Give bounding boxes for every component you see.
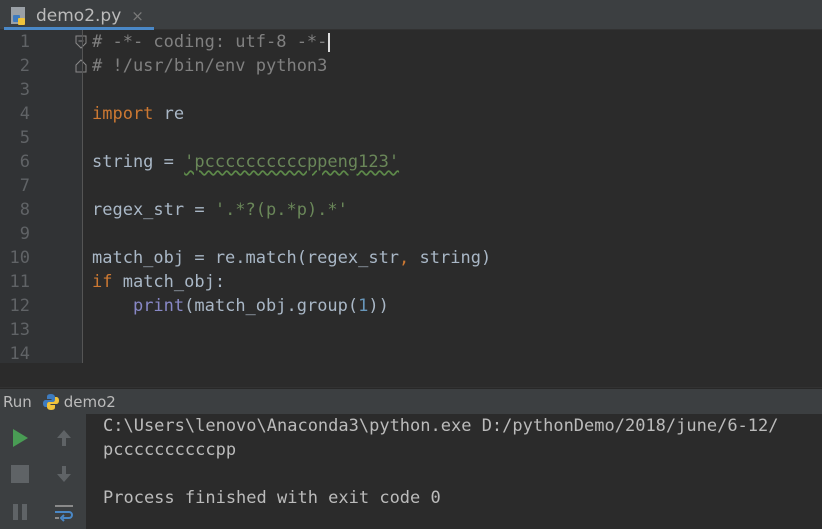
text-caret (328, 32, 331, 52)
code-text: match_obj = re.match(regex_str (92, 248, 400, 268)
run-tool-window-header: Run demo2 (0, 388, 822, 414)
line-number: 8 (19, 200, 30, 220)
line-number: 5 (19, 128, 30, 148)
close-icon[interactable]: × (131, 7, 144, 25)
string-literal: 'pccccccccccppeng123' (184, 152, 400, 172)
scroll-up-button[interactable] (50, 424, 78, 452)
line-number: 7 (19, 176, 30, 196)
code-text: regex_str = (92, 200, 215, 220)
code-editor[interactable]: 1 2 3 4 5 6 7 8 9 10 11 12 13 14 # -*- c… (0, 30, 822, 364)
run-console-output[interactable]: C:\Users\lenovo\Anaconda3\python.exe D:/… (87, 414, 822, 529)
run-label: Run (3, 392, 32, 411)
fold-icon[interactable] (75, 59, 87, 73)
line-number: 6 (19, 152, 30, 172)
code-line-11: if match_obj: (92, 270, 225, 294)
down-arrow-icon (57, 466, 71, 482)
soft-wrap-icon (55, 505, 73, 522)
code-text: (match_obj.group( (184, 296, 359, 316)
number-literal: 1 (358, 296, 369, 316)
code-text: string) (409, 248, 492, 268)
line-number: 9 (19, 224, 30, 244)
run-config-name[interactable]: demo2 (64, 393, 116, 411)
code-text: string = (92, 152, 185, 172)
comment: # -*- coding: utf-8 -*- (92, 32, 328, 52)
editor-tab-bar: demo2.py × (0, 0, 822, 30)
run-toolbar (0, 414, 87, 529)
python-icon (42, 393, 60, 411)
soft-wrap-button[interactable] (50, 498, 78, 526)
code-line-4: import re (92, 102, 184, 126)
pause-icon (13, 504, 27, 520)
code-text: match_obj: (112, 272, 226, 292)
comment: # !/usr/bin/env python3 (92, 56, 328, 76)
code-line-12: print(match_obj.group(1)) (92, 294, 389, 318)
gutter-divider (82, 30, 83, 363)
code-line-6: string = 'pccccccccccppeng123' (92, 150, 399, 174)
line-number: 1 (19, 32, 30, 52)
code-text: re (153, 104, 185, 124)
fold-icon[interactable] (75, 35, 87, 49)
line-number: 12 (9, 296, 30, 316)
stop-button[interactable] (6, 460, 34, 488)
line-number: 10 (9, 248, 30, 268)
up-arrow-icon (57, 430, 71, 446)
line-number-gutter: 1 2 3 4 5 6 7 8 9 10 11 12 13 14 (0, 30, 87, 364)
panel-divider[interactable] (0, 363, 822, 388)
code-line-2: # !/usr/bin/env python3 (92, 54, 327, 78)
line-number: 2 (19, 56, 30, 76)
code-line-10: match_obj = re.match(regex_str, string) (92, 246, 491, 270)
keyword: import (92, 104, 154, 124)
line-number: 4 (19, 104, 30, 124)
console-line: pccccccccccpp (103, 440, 237, 460)
code-text: )) (368, 296, 389, 316)
pause-button[interactable] (6, 498, 34, 526)
rerun-icon (13, 429, 28, 447)
tab-label: demo2.py (36, 5, 122, 26)
keyword: if (92, 272, 113, 292)
line-number: 13 (9, 320, 30, 340)
string-literal: '.*?(p.*p).*' (214, 200, 348, 220)
console-line: Process finished with exit code 0 (103, 488, 441, 508)
scroll-down-button[interactable] (50, 460, 78, 488)
line-number: 3 (19, 80, 30, 100)
console-line: C:\Users\lenovo\Anaconda3\python.exe D:/… (103, 416, 779, 436)
tab-demo2-py[interactable]: demo2.py × (4, 4, 154, 30)
code-line-8: regex_str = '.*?(p.*p).*' (92, 198, 348, 222)
stop-icon (11, 465, 29, 483)
code-line-1: # -*- coding: utf-8 -*- (92, 30, 331, 54)
line-number: 11 (9, 272, 30, 292)
builtin-function: print (132, 296, 185, 316)
python-file-icon (8, 5, 30, 27)
comma: , (399, 248, 410, 268)
rerun-button[interactable] (6, 424, 34, 452)
